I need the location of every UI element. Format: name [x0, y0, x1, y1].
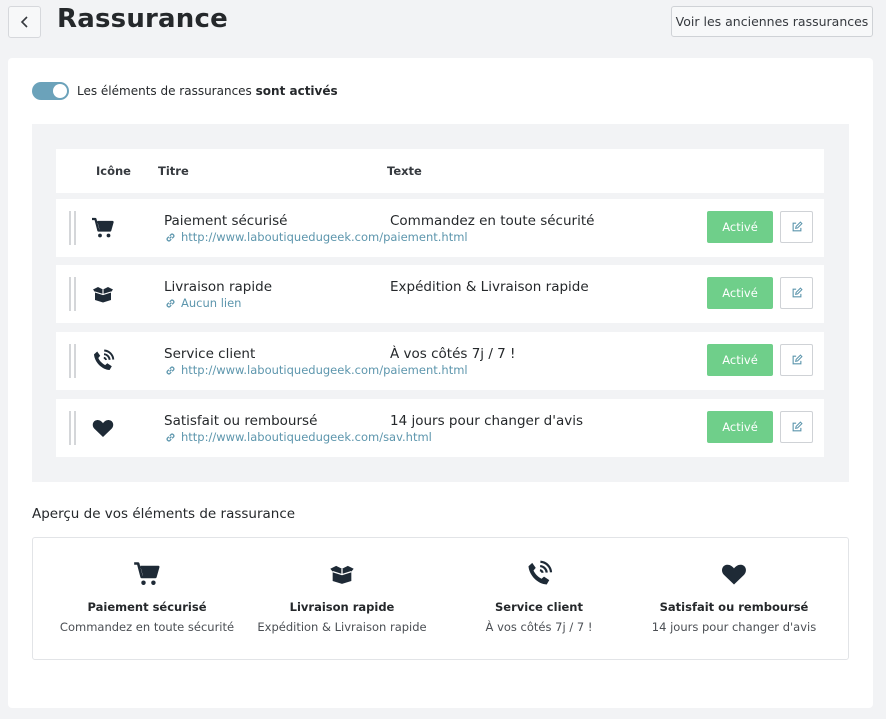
preview-item-text: 14 jours pour changer d'avis — [651, 620, 817, 634]
toggle-label-status: sont activés — [255, 84, 338, 98]
row-link[interactable]: Aucun lien — [164, 296, 241, 310]
row-text: Expédition & Livraison rapide — [390, 279, 589, 295]
drag-handle[interactable] — [69, 344, 76, 378]
activation-toggle-row: Les éléments de rassurances sont activés — [32, 82, 338, 100]
toggle-knob — [53, 84, 67, 98]
preview-item-title: Service client — [495, 600, 583, 614]
preview-item-title: Paiement sécurisé — [87, 600, 207, 614]
edit-icon — [791, 221, 803, 233]
heart-icon — [91, 416, 115, 440]
drag-handle[interactable] — [69, 211, 76, 245]
row-title: Livraison rapide — [164, 279, 272, 295]
edit-button[interactable] — [780, 277, 813, 309]
row-text: Commandez en toute sécurité — [390, 213, 595, 229]
shopping-cart-icon — [91, 216, 115, 240]
row-text: 14 jours pour changer d'avis — [390, 413, 583, 429]
table-row: Satisfait ou remboursé http://www.labouti… — [56, 399, 824, 457]
activation-toggle[interactable] — [32, 82, 69, 100]
heart-icon — [720, 560, 748, 588]
link-icon — [164, 431, 177, 444]
preview-item-title: Satisfait ou remboursé — [659, 600, 809, 614]
edit-icon — [791, 421, 803, 433]
row-text: À vos côtés 7j / 7 ! — [390, 346, 516, 362]
preview-panel: Paiement sécurisé Commandez en toute sécu… — [32, 537, 849, 660]
page-title: Rassurance — [57, 4, 228, 34]
row-link-url: http://www.laboutiquedugeek.com/sav.html — [181, 430, 432, 444]
phone-volume-icon — [91, 349, 115, 373]
column-header-title: Titre — [158, 164, 189, 178]
chevron-left-icon — [20, 16, 28, 28]
row-link[interactable]: http://www.laboutiquedugeek.com/sav.html — [164, 430, 432, 444]
column-header-icon: Icône — [96, 164, 131, 178]
reassurance-table: Icône Titre Texte Paiement sécurisé http:… — [32, 124, 849, 482]
preview-item-text: Commandez en toute sécurité — [59, 620, 235, 634]
status-button[interactable]: Activé — [707, 344, 773, 376]
drag-handle[interactable] — [69, 411, 76, 445]
open-box-icon — [91, 282, 115, 306]
edit-icon — [791, 354, 803, 366]
row-link[interactable]: http://www.laboutiquedugeek.com/paiement… — [164, 363, 468, 377]
row-title: Service client — [164, 346, 256, 362]
link-icon — [164, 297, 177, 310]
toggle-label-prefix: Les éléments de rassurances — [77, 84, 252, 98]
preview-title: Aperçu de vos éléments de rassurance — [32, 506, 296, 522]
edit-icon — [791, 287, 803, 299]
shopping-cart-icon — [133, 560, 161, 588]
table-row: Livraison rapide Aucun lien Expédition & L… — [56, 265, 824, 323]
status-button[interactable]: Activé — [707, 411, 773, 443]
row-title: Satisfait ou remboursé — [164, 413, 318, 429]
preview-item-title: Livraison rapide — [289, 600, 395, 614]
status-button[interactable]: Activé — [707, 277, 773, 309]
row-link[interactable]: http://www.laboutiquedugeek.com/paiement… — [164, 230, 468, 244]
edit-button[interactable] — [780, 411, 813, 443]
row-link-url: Aucun lien — [181, 296, 242, 310]
drag-handle[interactable] — [69, 277, 76, 311]
row-title: Paiement sécurisé — [164, 213, 288, 229]
link-icon — [164, 231, 177, 244]
preview-item-text: Expédition & Livraison rapide — [257, 620, 427, 634]
row-link-url: http://www.laboutiquedugeek.com/paiement… — [181, 230, 468, 244]
table-row: Service client http://www.laboutiquedugee… — [56, 332, 824, 390]
preview-item-text: À vos côtés 7j / 7 ! — [485, 620, 593, 634]
toggle-label: Les éléments de rassurances sont activés — [77, 84, 338, 98]
status-button[interactable]: Activé — [707, 211, 773, 243]
phone-volume-icon — [525, 560, 553, 588]
edit-button[interactable] — [780, 211, 813, 243]
view-old-reassurances-button[interactable]: Voir les anciennes rassurances — [671, 6, 873, 37]
back-button[interactable] — [8, 6, 41, 38]
table-row: Paiement sécurisé http://www.laboutiquedu… — [56, 199, 824, 257]
row-link-url: http://www.laboutiquedugeek.com/paiement… — [181, 363, 468, 377]
column-header-text: Texte — [387, 164, 422, 178]
open-box-icon — [328, 560, 356, 588]
table-header: Icône Titre Texte — [56, 149, 824, 193]
edit-button[interactable] — [780, 344, 813, 376]
link-icon — [164, 364, 177, 377]
main-card: Les éléments de rassurances sont activés… — [8, 58, 873, 708]
